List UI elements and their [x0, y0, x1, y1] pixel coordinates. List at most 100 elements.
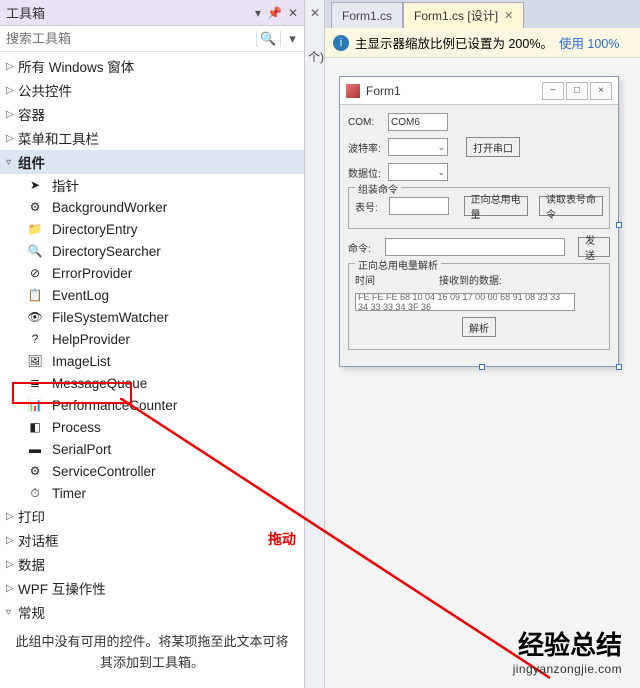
- close-icon[interactable]: ✕: [310, 6, 320, 20]
- combo-databits[interactable]: ⌄: [388, 163, 448, 181]
- search-dropdown-icon[interactable]: ▾: [280, 31, 304, 47]
- textbox-hex[interactable]: FE FE FE 68 10 04 16 09 17 00 00 68 91 0…: [355, 293, 575, 311]
- form-client-area: COM: COM6 波特率: ⌄ 打开串口 数据位: ⌄ 组装命令: [340, 105, 618, 366]
- item-timer[interactable]: ⏱Timer: [0, 482, 304, 504]
- label-baud: 波特率:: [348, 140, 384, 155]
- label-cmd: 命令:: [348, 240, 381, 255]
- design-surface[interactable]: Form1 − □ × COM: COM6 波特率: ⌄ 打开串口: [325, 58, 640, 688]
- category-printing[interactable]: ▷打印: [0, 504, 304, 528]
- search-icon[interactable]: 🔍: [256, 31, 280, 47]
- resize-handle[interactable]: [616, 222, 622, 228]
- item-imagelist[interactable]: 🖼ImageList: [0, 350, 304, 372]
- info-icon: i: [333, 35, 349, 51]
- chevron-right-icon: ▷: [6, 133, 18, 144]
- category-all-winforms[interactable]: ▷所有 Windows 窗体: [0, 54, 304, 78]
- resize-handle[interactable]: [616, 364, 622, 370]
- item-performancecounter[interactable]: 📊PerformanceCounter: [0, 394, 304, 416]
- maximize-button[interactable]: □: [566, 82, 588, 100]
- category-data[interactable]: ▷数据: [0, 552, 304, 576]
- button-read-addr[interactable]: 读取表号命令: [539, 196, 603, 216]
- search-input[interactable]: [0, 31, 256, 46]
- category-dialogs[interactable]: ▷对话框: [0, 528, 304, 552]
- item-messagequeue[interactable]: ≣MessageQueue: [0, 372, 304, 394]
- label-time: 时间: [355, 272, 391, 287]
- item-pointer[interactable]: ➤指针: [0, 174, 304, 196]
- item-errorprovider[interactable]: ⊘ErrorProvider: [0, 262, 304, 284]
- split-sliver: ✕ 个): [305, 0, 325, 688]
- gear-icon: ⚙: [26, 199, 44, 215]
- help-icon: ?: [26, 331, 44, 347]
- form-icon: [346, 84, 360, 98]
- document-tabs: Form1.cs Form1.cs [设计]✕: [325, 0, 640, 28]
- label-addr: 表号:: [355, 199, 385, 214]
- scaling-infobar: i 主显示器缩放比例已设置为 200%。 使用 100%: [325, 28, 640, 58]
- item-directorysearcher[interactable]: 🔍DirectorySearcher: [0, 240, 304, 262]
- category-components[interactable]: ▿组件: [0, 150, 304, 174]
- close-button[interactable]: ×: [590, 82, 612, 100]
- chart-icon: 📊: [26, 397, 44, 413]
- chevron-right-icon: ▷: [6, 109, 18, 120]
- item-process[interactable]: ◧Process: [0, 416, 304, 438]
- annotation-drag-label: 拖动: [268, 529, 296, 549]
- process-icon: ◧: [26, 419, 44, 435]
- infobar-link[interactable]: 使用 100%: [559, 33, 619, 52]
- item-backgroundworker[interactable]: ⚙BackgroundWorker: [0, 196, 304, 218]
- form-titlebar: Form1 − □ ×: [340, 77, 618, 105]
- category-containers[interactable]: ▷容器: [0, 102, 304, 126]
- button-parse[interactable]: 解析: [462, 317, 496, 337]
- category-wpf-interop[interactable]: ▷WPF 互操作性: [0, 576, 304, 600]
- category-common-controls[interactable]: ▷公共控件: [0, 78, 304, 102]
- watermark: 经验总结 jingyanzongjie.com: [513, 625, 622, 676]
- search-folder-icon: 🔍: [26, 243, 44, 259]
- combo-baud[interactable]: ⌄: [388, 138, 448, 156]
- item-eventlog[interactable]: 📋EventLog: [0, 284, 304, 306]
- textbox-com[interactable]: COM6: [388, 113, 448, 131]
- close-icon[interactable]: ✕: [288, 6, 298, 20]
- chevron-down-icon: ▿: [6, 157, 18, 168]
- form-title: Form1: [366, 84, 540, 98]
- truncated-text: 个): [308, 48, 324, 65]
- tab-form1-cs[interactable]: Form1.cs: [331, 2, 403, 28]
- group-parse: 正向总用电量解析 时间 接收到的数据: FE FE FE 68 10 04 16…: [348, 263, 610, 350]
- log-icon: 📋: [26, 287, 44, 303]
- form-window[interactable]: Form1 − □ × COM: COM6 波特率: ⌄ 打开串口: [339, 76, 619, 367]
- chevron-right-icon: ▷: [6, 85, 18, 96]
- timer-icon: ⏱: [26, 485, 44, 501]
- chevron-right-icon: ▷: [6, 583, 18, 594]
- item-filesystemwatcher[interactable]: 👁FileSystemWatcher: [0, 306, 304, 328]
- label-com: COM:: [348, 117, 384, 128]
- minimize-button[interactable]: −: [542, 82, 564, 100]
- toolbox-tree: ▷所有 Windows 窗体 ▷公共控件 ▷容器 ▷菜单和工具栏 ▿组件 ➤指针…: [0, 52, 304, 688]
- item-directoryentry[interactable]: 📁DirectoryEntry: [0, 218, 304, 240]
- button-send[interactable]: 发送: [578, 237, 610, 257]
- chevron-right-icon: ▷: [6, 559, 18, 570]
- category-general[interactable]: ▿常规: [0, 600, 304, 624]
- toolbox-titlebar: 工具箱 ▾ 📌 ✕: [0, 0, 304, 26]
- button-read-power[interactable]: 正向总用电量: [464, 196, 528, 216]
- group-read: 组装命令 表号: 正向总用电量 读取表号命令: [348, 187, 610, 229]
- designer-panel: Form1.cs Form1.cs [设计]✕ i 主显示器缩放比例已设置为 2…: [325, 0, 640, 688]
- button-open-port[interactable]: 打开串口: [466, 137, 520, 157]
- folder-icon: 📁: [26, 221, 44, 237]
- toolbox-title: 工具箱: [6, 3, 45, 22]
- eye-icon: 👁: [26, 309, 44, 325]
- tab-form1-design[interactable]: Form1.cs [设计]✕: [403, 2, 524, 28]
- image-icon: 🖼: [26, 353, 44, 369]
- item-serialport[interactable]: ▬SerialPort: [0, 438, 304, 460]
- error-icon: ⊘: [26, 265, 44, 281]
- item-helpprovider[interactable]: ?HelpProvider: [0, 328, 304, 350]
- group-read-legend: 组装命令: [355, 181, 401, 196]
- port-icon: ▬: [26, 441, 44, 457]
- textbox-cmd[interactable]: [385, 238, 565, 256]
- infobar-text: 主显示器缩放比例已设置为 200%。: [355, 33, 553, 52]
- label-databits: 数据位:: [348, 165, 384, 180]
- textbox-addr[interactable]: [389, 197, 449, 215]
- dropdown-icon[interactable]: ▾: [255, 6, 261, 20]
- pin-icon[interactable]: 📌: [267, 6, 282, 20]
- queue-icon: ≣: [26, 375, 44, 391]
- category-menus-toolbars[interactable]: ▷菜单和工具栏: [0, 126, 304, 150]
- item-servicecontroller[interactable]: ⚙ServiceController: [0, 460, 304, 482]
- chevron-right-icon: ▷: [6, 511, 18, 522]
- close-icon[interactable]: ✕: [504, 9, 513, 22]
- resize-handle[interactable]: [479, 364, 485, 370]
